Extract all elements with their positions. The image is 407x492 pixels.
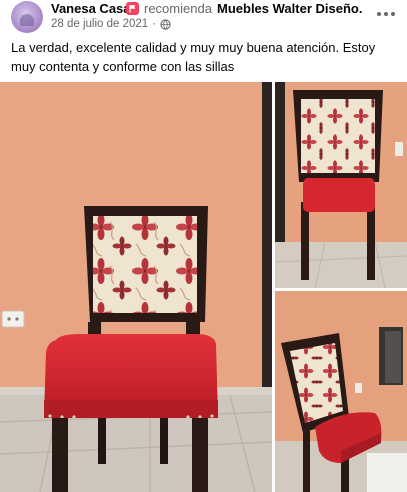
post-text: La verdad, excelente calidad y muy muy b… bbox=[11, 40, 376, 74]
post-date[interactable]: 28 de julio de 2021 bbox=[51, 18, 148, 30]
photo-chair-back[interactable] bbox=[275, 82, 407, 288]
post-meta: 28 de julio de 2021 · bbox=[51, 18, 171, 30]
photo-grid bbox=[0, 82, 407, 492]
photo-chair-side[interactable] bbox=[275, 291, 407, 492]
photo-chair-front[interactable] bbox=[0, 82, 272, 492]
page-name-link[interactable]: Muebles Walter Diseño. bbox=[217, 1, 362, 16]
avatar[interactable] bbox=[11, 1, 43, 33]
more-options-icon[interactable] bbox=[373, 4, 399, 24]
author-name[interactable]: Vanesa Casal bbox=[51, 1, 134, 16]
recommends-label: recomienda bbox=[144, 1, 212, 16]
post-header: Vanesa Casal recomienda Muebles Walter D… bbox=[0, 0, 407, 40]
globe-icon bbox=[160, 18, 171, 30]
meta-separator: · bbox=[152, 18, 157, 30]
recommend-flag-icon bbox=[126, 2, 139, 15]
